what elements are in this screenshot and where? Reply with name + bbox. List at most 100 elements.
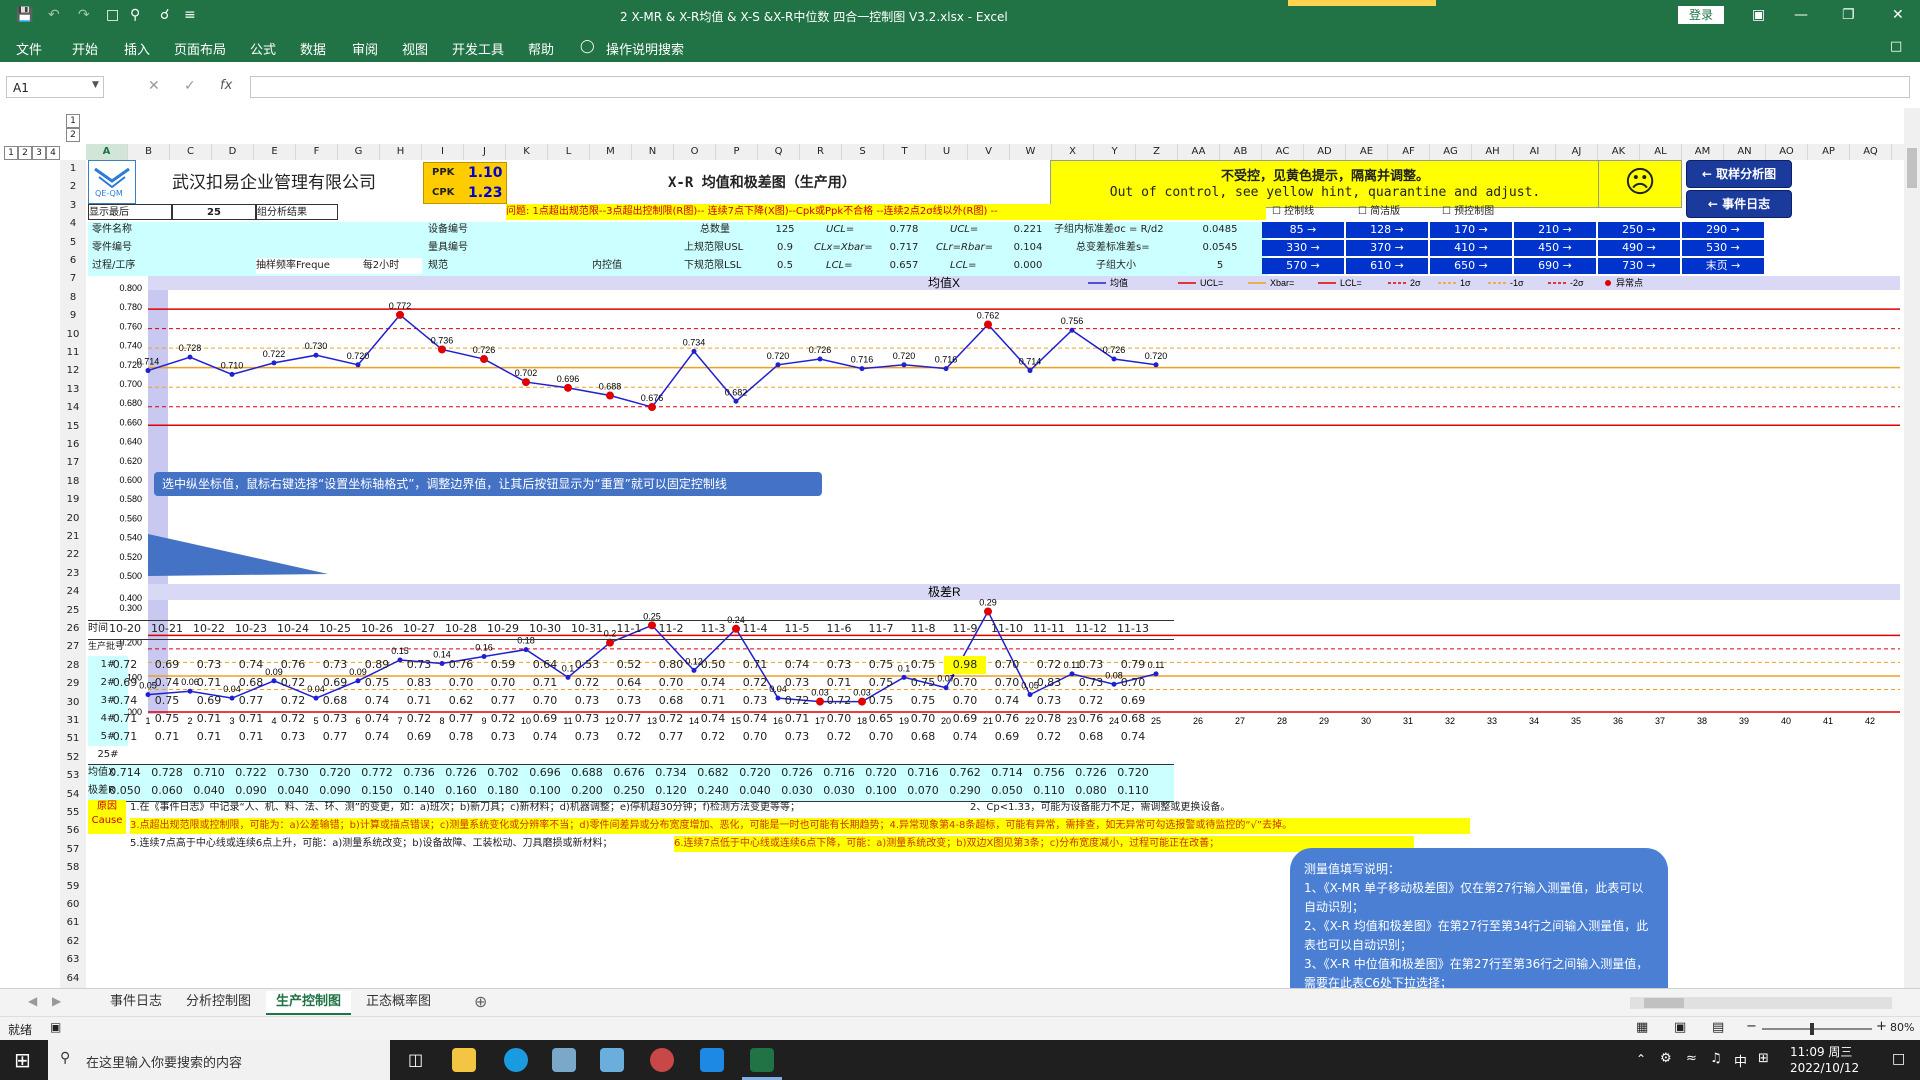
column-header-U[interactable]: U: [926, 144, 968, 160]
row-header-57[interactable]: 57: [60, 841, 86, 859]
column-header-I[interactable]: I: [422, 144, 464, 160]
measurement-cell[interactable]: 0.68: [314, 692, 356, 710]
column-header-Y[interactable]: Y: [1094, 144, 1136, 160]
measurement-cell[interactable]: 0.75: [146, 710, 188, 728]
taskbar-search[interactable]: ⚲ 在这里输入你要搜索的内容: [48, 1040, 390, 1080]
measurement-cell[interactable]: 0.74: [524, 728, 566, 746]
measurement-cell[interactable]: 0.72: [776, 692, 818, 710]
measurement-cell[interactable]: 0.73: [566, 692, 608, 710]
row-header-21[interactable]: 21: [60, 528, 86, 546]
find-icon[interactable]: ⚲: [130, 7, 140, 23]
measurement-cell[interactable]: 0.74: [1112, 728, 1154, 746]
row-header-4[interactable]: 4: [60, 215, 86, 233]
row-header-24[interactable]: 24: [60, 583, 86, 601]
row-header-5[interactable]: 5: [60, 234, 86, 252]
task-view-icon[interactable]: ◫: [408, 1050, 423, 1069]
menu-insert[interactable]: 插入: [124, 39, 150, 58]
measurement-cell[interactable]: 0.71: [188, 728, 230, 746]
row-header-19[interactable]: 19: [60, 491, 86, 509]
menu-review[interactable]: 审阅: [352, 39, 378, 58]
tab-analysis-chart[interactable]: 分析控制图: [176, 991, 261, 1013]
time-cell[interactable]: 11-9: [944, 620, 986, 638]
measurement-cell[interactable]: 0.70: [860, 728, 902, 746]
measurement-cell[interactable]: 0.70: [1112, 674, 1154, 692]
column-header-R[interactable]: R: [800, 144, 842, 160]
menu-data[interactable]: 数据: [300, 39, 326, 58]
measurement-cell[interactable]: 0.75: [860, 692, 902, 710]
measurement-cell[interactable]: 0.72: [734, 674, 776, 692]
measurement-cell[interactable]: 0.70: [440, 674, 482, 692]
measurement-cell[interactable]: 0.69: [104, 674, 146, 692]
zoom-in-icon[interactable]: +: [1876, 1019, 1887, 1034]
menu-file[interactable]: 文件: [16, 39, 42, 58]
nav-button[interactable]: 128 →: [1346, 222, 1428, 238]
row-header-54[interactable]: 54: [60, 786, 86, 804]
measurement-cell[interactable]: 0.73: [1070, 674, 1112, 692]
measurement-cell[interactable]: 0.68: [1112, 710, 1154, 728]
minimize-icon[interactable]: —: [1794, 7, 1808, 23]
measurement-cell[interactable]: 0.73: [272, 728, 314, 746]
measurement-cell[interactable]: 0.50: [692, 656, 734, 674]
login-button[interactable]: 登录: [1678, 6, 1724, 24]
column-header-S[interactable]: S: [842, 144, 884, 160]
measurement-cell[interactable]: 0.78: [440, 728, 482, 746]
measurement-cell[interactable]: 0.71: [146, 728, 188, 746]
undo-icon[interactable]: ↶: [48, 7, 60, 23]
measurement-cell[interactable]: 0.98: [944, 656, 986, 674]
measurement-cell[interactable]: 0.73: [818, 656, 860, 674]
time-cell[interactable]: 11-8: [902, 620, 944, 638]
ime-indicator[interactable]: 中: [1734, 1051, 1747, 1070]
column-header-AI[interactable]: AI: [1514, 144, 1556, 160]
measurement-cell[interactable]: 0.69: [146, 656, 188, 674]
display-last-value[interactable]: 25: [172, 204, 256, 220]
measurement-cell[interactable]: 0.75: [902, 674, 944, 692]
measurement-cell[interactable]: 0.75: [902, 692, 944, 710]
measurement-cell[interactable]: 0.68: [1070, 728, 1112, 746]
worksheet[interactable]: 1 2 1 2 3 4 A B C D E F G H I J K L M N O P Q R S T U V W X Y Z AA…: [0, 108, 1920, 988]
checkbox-icon[interactable]: ☐: [1358, 206, 1367, 217]
nav-button[interactable]: 730 →: [1598, 258, 1680, 274]
measurement-cell[interactable]: 0.76: [272, 656, 314, 674]
measurement-cell[interactable]: 0.72: [398, 710, 440, 728]
column-header-N[interactable]: N: [632, 144, 674, 160]
measurement-cell[interactable]: 0.78: [1028, 710, 1070, 728]
nav-button[interactable]: 530 →: [1682, 240, 1764, 256]
nav-button[interactable]: 570 →: [1262, 258, 1344, 274]
normal-view-icon[interactable]: ▦: [1636, 1020, 1648, 1035]
measurement-cell[interactable]: 0.69: [524, 710, 566, 728]
row-header-30[interactable]: 30: [60, 694, 86, 712]
measurement-cell[interactable]: 0.72: [272, 710, 314, 728]
add-sheet-icon[interactable]: ⊕: [474, 992, 487, 1011]
edge-icon[interactable]: [504, 1048, 528, 1072]
measurement-cell[interactable]: 0.75: [356, 674, 398, 692]
measurement-cell[interactable]: 0.77: [314, 728, 356, 746]
measurement-cell[interactable]: 0.74: [692, 674, 734, 692]
measurement-cell[interactable]: 0.73: [314, 710, 356, 728]
column-header-AF[interactable]: AF: [1388, 144, 1430, 160]
nav-button[interactable]: 85 →: [1262, 222, 1344, 238]
measurement-cell[interactable]: 0.73: [776, 728, 818, 746]
measurement-cell[interactable]: 0.83: [1028, 674, 1070, 692]
measurement-cell[interactable]: 0.71: [104, 728, 146, 746]
time-cell[interactable]: 11-2: [650, 620, 692, 638]
tray-app-icon[interactable]: ⚙: [1660, 1051, 1672, 1066]
time-cell[interactable]: 10-25: [314, 620, 356, 638]
column-header-AP[interactable]: AP: [1808, 144, 1850, 160]
measurement-cell[interactable]: 0.79: [1112, 656, 1154, 674]
row-header-29[interactable]: 29: [60, 675, 86, 693]
customize-qat-icon[interactable]: ≡: [184, 7, 196, 23]
event-log-button[interactable]: ← 事件日志: [1686, 190, 1792, 218]
nav-button[interactable]: 650 →: [1430, 258, 1512, 274]
time-cell[interactable]: 10-26: [356, 620, 398, 638]
row-header-3[interactable]: 3: [60, 197, 86, 215]
measurement-cell[interactable]: 0.72: [104, 656, 146, 674]
measurement-cell[interactable]: 0.70: [482, 674, 524, 692]
measurement-cell[interactable]: 0.73: [566, 728, 608, 746]
measurement-cell[interactable]: 0.72: [650, 710, 692, 728]
measurement-cell[interactable]: 0.64: [524, 656, 566, 674]
nav-button[interactable]: 330 →: [1262, 240, 1344, 256]
measurement-cell[interactable]: 0.71: [776, 710, 818, 728]
lsl-value[interactable]: 0.5: [770, 258, 800, 274]
nav-button[interactable]: 210 →: [1514, 222, 1596, 238]
row-header-18[interactable]: 18: [60, 473, 86, 491]
